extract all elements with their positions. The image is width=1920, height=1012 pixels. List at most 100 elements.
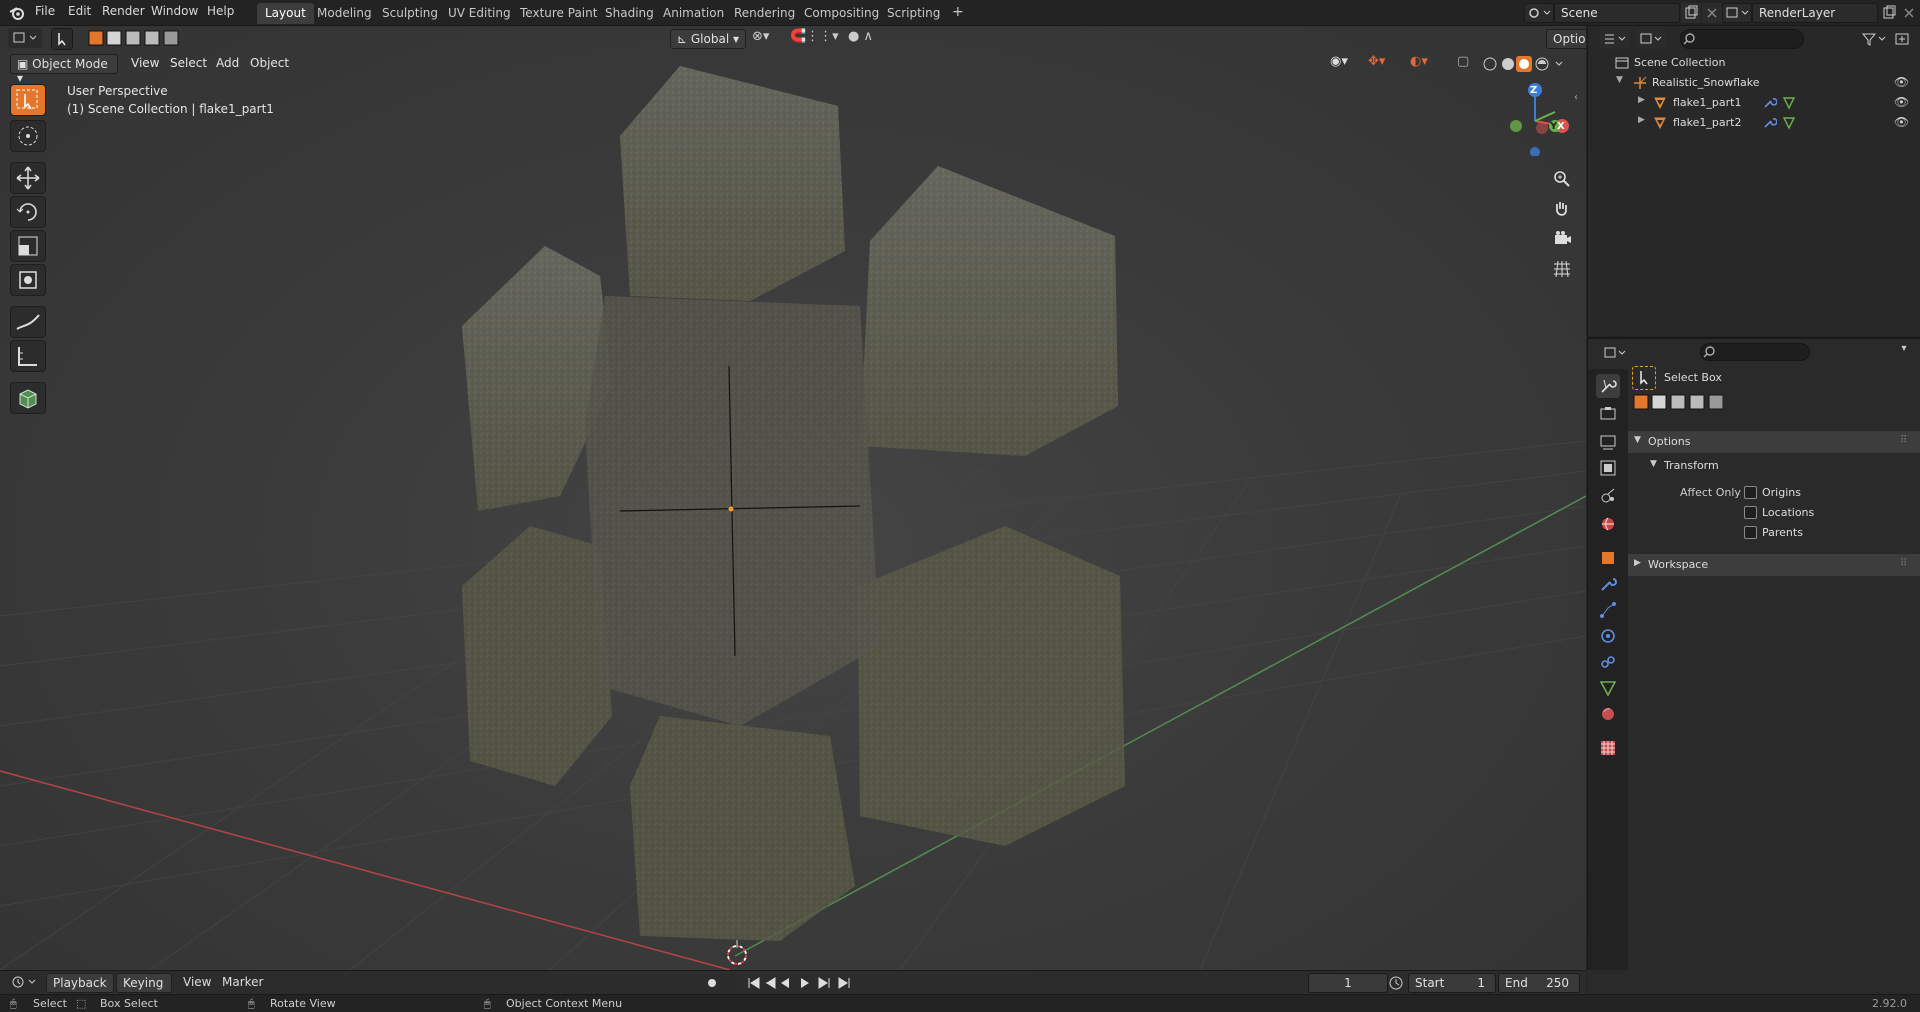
ortho-toggle-icon[interactable] — [1549, 256, 1575, 282]
material-properties-tab[interactable] — [1596, 702, 1620, 726]
xray-toggle-icon[interactable]: ▢ — [1457, 54, 1475, 74]
visibility-eye-icon[interactable]: 👁 — [1894, 95, 1909, 109]
preview-range-icon[interactable] — [1387, 974, 1405, 992]
visibility-eye-icon[interactable]: 👁 — [1894, 115, 1909, 129]
camera-view-icon[interactable] — [1549, 226, 1575, 252]
tab-uv-editing[interactable]: UV Editing — [440, 3, 519, 24]
object-mode-dropdown[interactable]: ▣ Object Mode ▾ — [10, 54, 118, 85]
tool-mode-buttons[interactable] — [1633, 393, 1724, 411]
checkbox-box[interactable] — [1744, 486, 1757, 499]
outliner-display-mode-icon[interactable] — [1636, 29, 1666, 49]
viewport-menu-view[interactable]: View — [131, 56, 159, 70]
outliner-filter-icon[interactable] — [1858, 29, 1888, 49]
visibility-overlay-icon[interactable]: ◉▾ — [1330, 54, 1362, 74]
3d-viewport[interactable]: ⊾ Global ▾ ⊗▾ 🧲⋮⋮▾ ● ∧ Options ▣ Object … — [0, 26, 1586, 970]
viewport-menu-select[interactable]: Select — [170, 56, 207, 70]
world-properties-tab[interactable] — [1596, 512, 1620, 536]
modifier-wrench-icon[interactable] — [1761, 95, 1777, 111]
current-frame-field[interactable]: 1 — [1308, 973, 1388, 993]
timeline-menu-view[interactable]: View — [183, 975, 211, 989]
options-dropdown[interactable]: Options — [1546, 29, 1586, 49]
navigation-gizmo[interactable] — [1495, 76, 1581, 156]
scale-tool-button[interactable] — [10, 230, 46, 262]
checkbox-box[interactable] — [1744, 506, 1757, 519]
data-properties-tab[interactable] — [1596, 676, 1620, 700]
modifier-wrench-icon[interactable] — [1761, 115, 1777, 131]
tab-animation[interactable]: Animation — [655, 3, 732, 24]
scene-name-field[interactable]: Scene — [1554, 3, 1680, 23]
viewport-menu-object[interactable]: Object — [250, 56, 289, 70]
properties-search-input[interactable] — [1700, 343, 1810, 361]
expand-arrow-icon[interactable]: ▼ — [1616, 75, 1623, 85]
menu-render[interactable]: Render — [102, 4, 145, 18]
timeline-editor-type-icon[interactable] — [8, 973, 40, 992]
transform-tool-button[interactable] — [10, 264, 46, 296]
zoom-view-icon[interactable] — [1549, 166, 1575, 192]
tab-sculpting[interactable]: Sculpting — [374, 3, 446, 24]
viewport-scene[interactable] — [0, 26, 1586, 970]
affect-parents-checkbox[interactable]: Parents — [1744, 524, 1894, 542]
new-collection-icon[interactable] — [1891, 29, 1913, 49]
tool-properties-tab[interactable] — [1596, 374, 1620, 398]
delete-render-layer-icon[interactable] — [1899, 3, 1919, 23]
select-tool-header-icon[interactable] — [51, 28, 73, 50]
playback-menu[interactable]: Playback ▾ — [46, 973, 114, 1004]
mesh-data-icon[interactable] — [1781, 115, 1797, 131]
expand-arrow-icon[interactable]: ▶ — [1638, 95, 1645, 105]
scene-browse-icon[interactable] — [1524, 3, 1554, 23]
new-scene-icon[interactable] — [1681, 3, 1701, 23]
rotate-tool-button[interactable] — [10, 196, 46, 228]
tab-rendering[interactable]: Rendering — [726, 3, 803, 24]
scene-properties-tab[interactable] — [1596, 484, 1620, 508]
end-frame-field[interactable]: End 250 — [1498, 973, 1580, 993]
viewport-menu-add[interactable]: Add — [216, 56, 239, 70]
move-tool-button[interactable] — [10, 162, 46, 194]
render-properties-tab[interactable] — [1596, 402, 1620, 426]
physics-properties-tab[interactable] — [1596, 624, 1620, 648]
add-cube-tool-button[interactable] — [10, 382, 46, 414]
pan-view-icon[interactable] — [1549, 196, 1575, 222]
transform-subpanel-header[interactable]: ▼ Transform — [1628, 455, 1920, 477]
outliner-search-input[interactable] — [1680, 29, 1804, 49]
editor-type-icon[interactable] — [8, 28, 42, 48]
proportional-edit-icon[interactable]: ● ∧ — [848, 29, 888, 49]
start-frame-field[interactable]: Start 1 — [1408, 973, 1496, 993]
new-render-layer-icon[interactable] — [1879, 3, 1899, 23]
snap-icon[interactable]: 🧲⋮⋮▾ — [790, 29, 840, 49]
gizmo-toggle-icon[interactable]: ✥▾ — [1368, 54, 1400, 74]
keying-menu[interactable]: Keying ▾ — [116, 973, 172, 1004]
select-box-tool-button[interactable] — [10, 84, 46, 116]
affect-origins-checkbox[interactable]: Origins — [1744, 484, 1894, 502]
tab-layout[interactable]: Layout — [257, 3, 314, 24]
workspace-panel-header[interactable]: ▶ Workspace ⠿ — [1628, 554, 1920, 576]
render-layer-browse-icon[interactable] — [1722, 3, 1752, 23]
object-properties-tab[interactable] — [1596, 546, 1620, 570]
cursor-tool-button[interactable] — [10, 120, 46, 152]
particles-properties-tab[interactable] — [1596, 598, 1620, 622]
shading-mode-buttons[interactable] — [1480, 54, 1570, 74]
playback-controls[interactable] — [745, 974, 865, 992]
menu-file[interactable]: File — [35, 4, 55, 18]
checkbox-box[interactable] — [1744, 526, 1757, 539]
sidebar-toggle-icon[interactable]: ‹ — [1574, 92, 1584, 106]
selection-mode-buttons[interactable] — [88, 29, 183, 47]
outliner-row-scene-collection[interactable]: Scene Collection — [1614, 54, 1914, 72]
panel-drag-handle-icon[interactable]: ⠿ — [1900, 435, 1907, 446]
panel-drag-handle-icon[interactable]: ⠿ — [1900, 558, 1907, 569]
modifier-properties-tab[interactable] — [1596, 572, 1620, 596]
options-panel-header[interactable]: ▼ Options ⠿ — [1628, 431, 1920, 453]
timeline-menu-marker[interactable]: Marker — [222, 975, 263, 989]
outliner-row-flake1-part2[interactable]: ▶ flake1_part2 👁 — [1614, 114, 1914, 132]
output-properties-tab[interactable] — [1596, 430, 1620, 454]
tab-texture-paint[interactable]: Texture Paint — [512, 3, 605, 24]
tab-compositing[interactable]: Compositing — [796, 3, 887, 24]
tab-scripting[interactable]: Scripting — [879, 3, 948, 24]
menu-edit[interactable]: Edit — [68, 4, 91, 18]
tab-shading[interactable]: Shading — [597, 3, 662, 24]
measure-tool-button[interactable] — [10, 340, 46, 372]
record-keyframe-icon[interactable] — [703, 974, 721, 992]
overlay-toggle-icon[interactable]: ◐▾ — [1410, 54, 1442, 74]
auto-keying-options-icon[interactable] — [722, 974, 738, 992]
affect-locations-checkbox[interactable]: Locations — [1744, 504, 1894, 522]
render-layer-field[interactable]: RenderLayer — [1752, 3, 1878, 23]
